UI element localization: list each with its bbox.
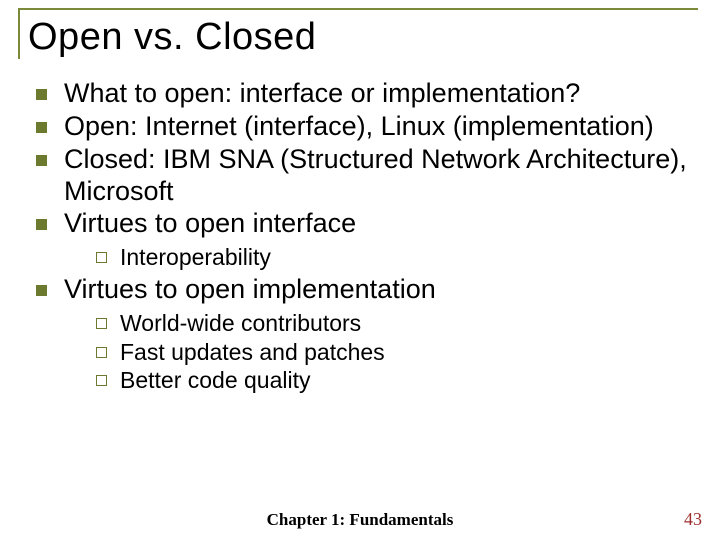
sub-list-item: Better code quality <box>92 366 690 395</box>
slide-title: Open vs. Closed <box>28 16 698 59</box>
list-item-text: Virtues to open interface <box>64 208 356 238</box>
sub-list-item: Interoperability <box>92 243 690 272</box>
list-item: Virtues to open interface Interoperabili… <box>30 208 690 272</box>
title-container: Open vs. Closed <box>18 8 698 59</box>
page-number: 43 <box>684 509 702 530</box>
sub-list-item: Fast updates and patches <box>92 338 690 367</box>
bullet-list: What to open: interface or implementatio… <box>30 78 690 395</box>
sub-bullet-list: World-wide contributors Fast updates and… <box>64 309 690 395</box>
list-item: Closed: IBM SNA (Structured Network Arch… <box>30 144 690 208</box>
footer-text: Chapter 1: Fundamentals <box>0 510 720 530</box>
list-item: What to open: interface or implementatio… <box>30 78 690 110</box>
slide-content: What to open: interface or implementatio… <box>30 78 690 397</box>
sub-list-item: World-wide contributors <box>92 309 690 338</box>
list-item: Virtues to open implementation World-wid… <box>30 274 690 395</box>
list-item-text: Virtues to open implementation <box>64 274 436 304</box>
list-item: Open: Internet (interface), Linux (imple… <box>30 111 690 143</box>
sub-bullet-list: Interoperability <box>64 243 690 272</box>
